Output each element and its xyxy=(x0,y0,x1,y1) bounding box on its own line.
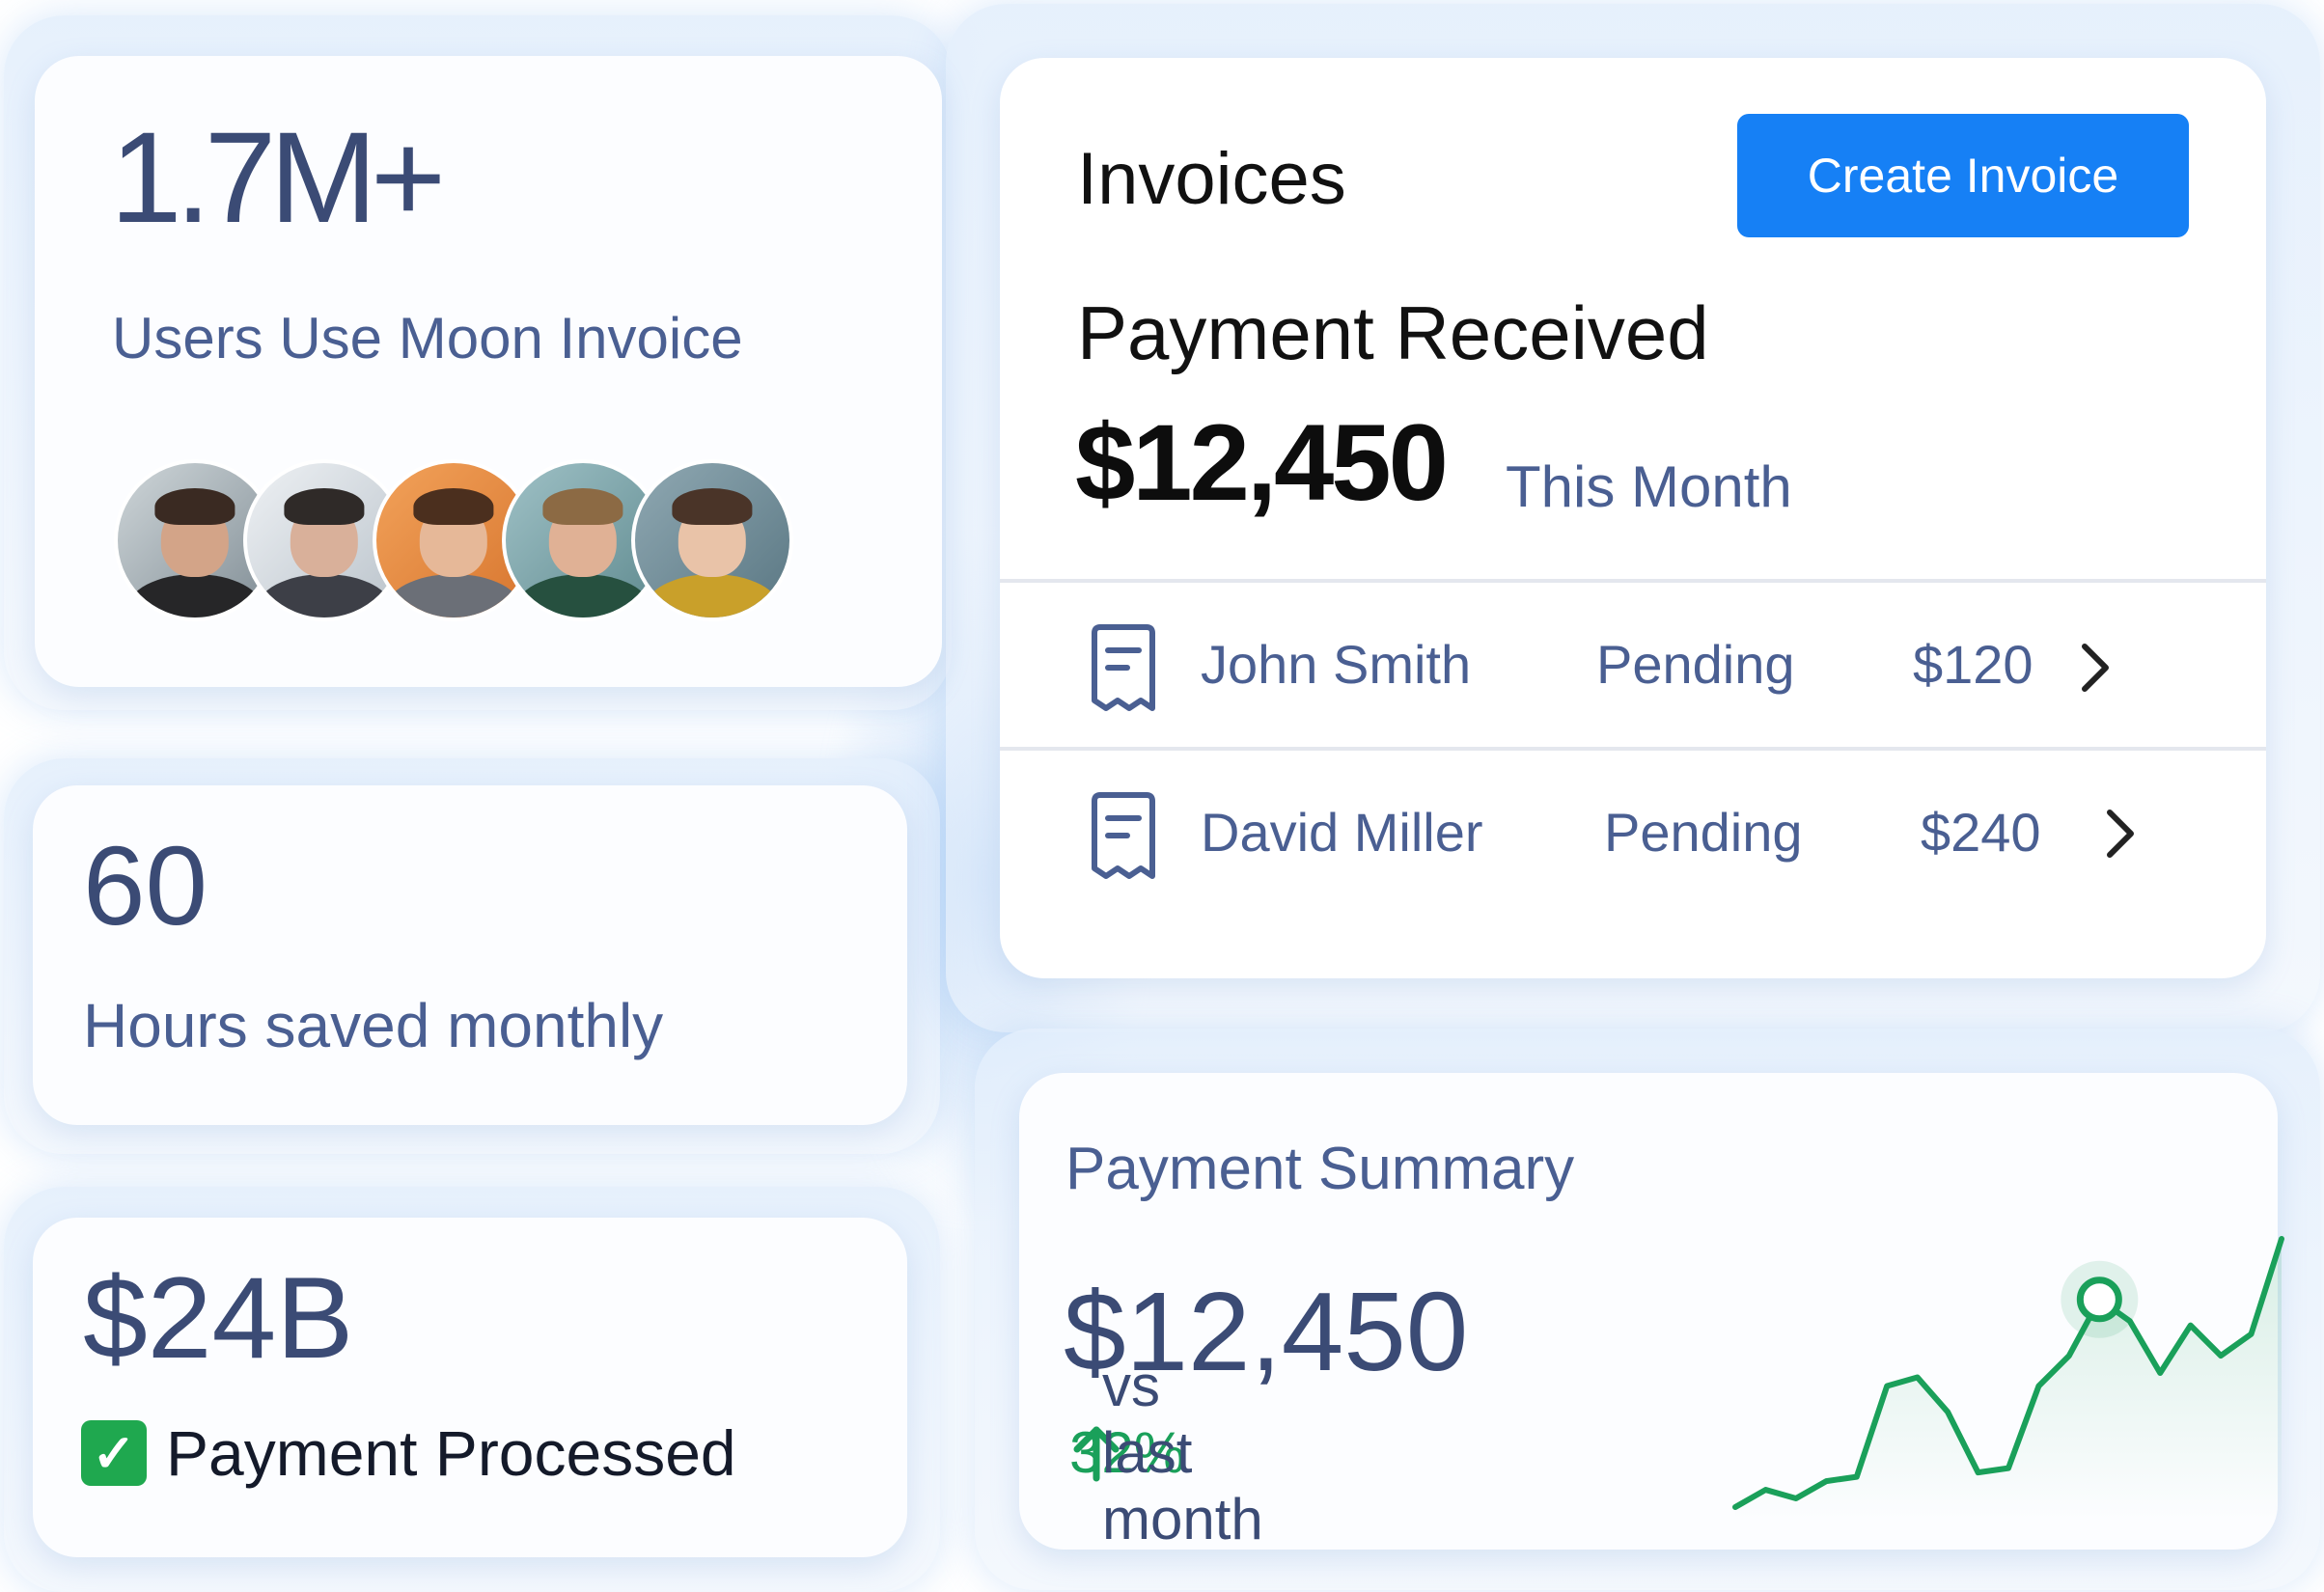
payment-trend-chart xyxy=(1732,1236,2284,1521)
check-icon: ✓ xyxy=(81,1420,147,1486)
payment-summary-title: Payment Summary xyxy=(1065,1136,1575,1202)
receipt-icon xyxy=(1092,792,1155,879)
processed-label: Payment Processed xyxy=(166,1417,736,1489)
trend-row: 32% vs last month xyxy=(1069,1354,1263,1551)
hours-label: Hours saved monthly xyxy=(83,991,664,1060)
users-count: 1.7M+ xyxy=(110,106,446,250)
invoice-row[interactable]: David Miller Pending $240 xyxy=(1000,751,2266,915)
invoices-title: Invoices xyxy=(1077,138,1346,220)
chart-highlight-point[interactable] xyxy=(2076,1276,2122,1323)
payment-received-amount: $12,450 xyxy=(1075,402,1449,523)
processed-card: $24B ✓ Payment Processed xyxy=(33,1218,907,1557)
processed-row: ✓ Payment Processed xyxy=(81,1416,736,1490)
chevron-right-icon[interactable] xyxy=(2079,641,2112,695)
invoice-client-name: John Smith xyxy=(1201,634,1472,695)
invoice-row[interactable]: John Smith Pending $120 xyxy=(1000,583,2266,747)
create-invoice-button[interactable]: Create Invoice xyxy=(1737,114,2189,237)
invoice-status: Pending xyxy=(1596,634,1795,695)
trend-comparison: vs last month xyxy=(1102,1353,1263,1551)
processed-stat: $24B xyxy=(83,1253,354,1383)
user-avatar-5 xyxy=(631,459,793,621)
invoice-amount: $240 xyxy=(1921,802,2041,863)
users-card: 1.7M+ Users Use Moon Invoice xyxy=(35,56,942,687)
payment-received-label: Payment Received xyxy=(1077,290,1709,375)
invoice-status: Pending xyxy=(1604,802,1803,863)
receipt-icon xyxy=(1092,624,1155,711)
payment-period: This Month xyxy=(1506,454,1792,519)
avatar-group xyxy=(114,459,793,621)
chevron-right-icon[interactable] xyxy=(2104,807,2137,861)
payment-summary-card: Payment Summary $12,450 32% vs last mont… xyxy=(1019,1073,2284,1551)
hours-stat: 60 xyxy=(83,823,208,948)
invoice-client-name: David Miller xyxy=(1201,802,1483,863)
invoice-amount: $120 xyxy=(1913,634,2034,695)
chart-area xyxy=(1735,1239,2282,1521)
hours-card: 60 Hours saved monthly xyxy=(33,785,907,1125)
users-label: Users Use Moon Invoice xyxy=(112,306,743,371)
